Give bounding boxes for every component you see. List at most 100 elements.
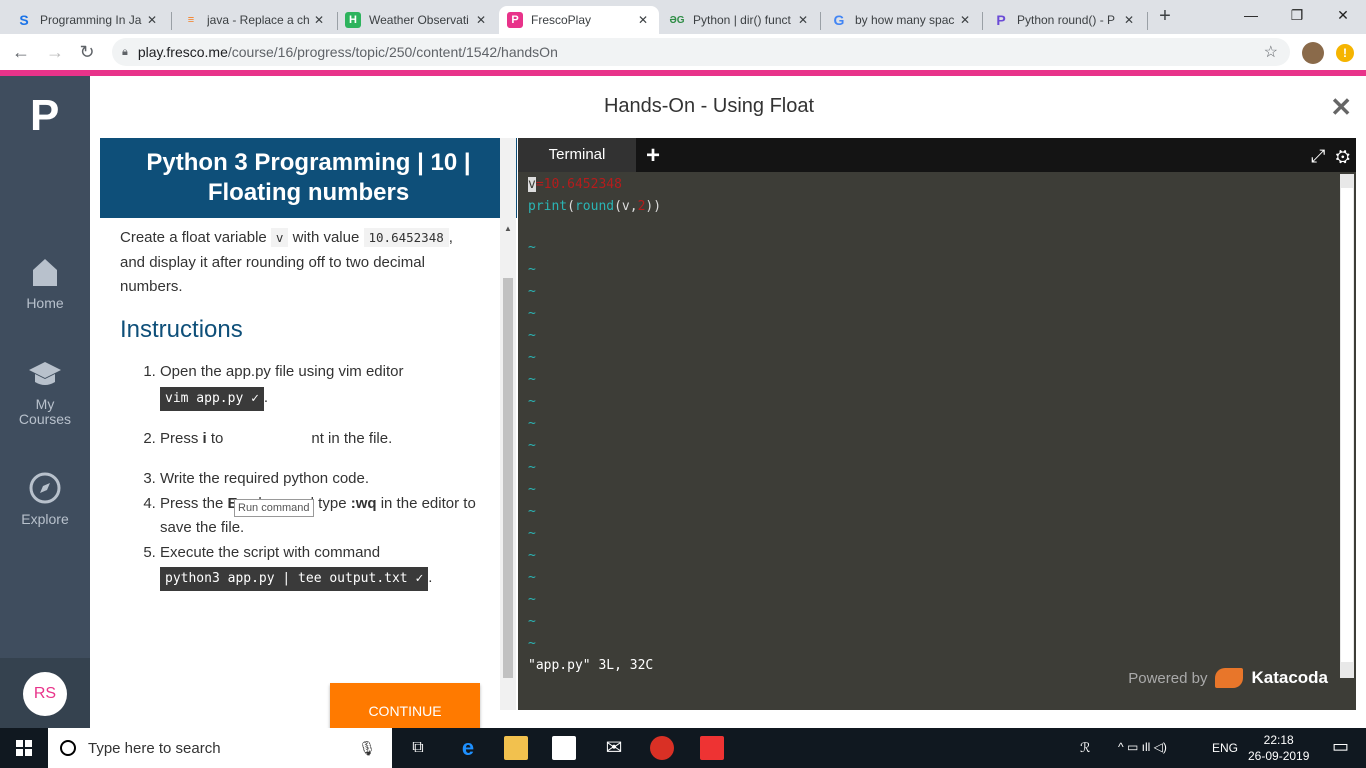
- minimize-icon[interactable]: —: [1228, 0, 1274, 30]
- fresco-logo[interactable]: P: [30, 94, 60, 138]
- list-item: Press i tont in the file.: [160, 427, 480, 468]
- close-tab-icon[interactable]: ✕: [795, 13, 811, 27]
- intro-text: Create a float variable v with value 10.…: [120, 228, 453, 295]
- task-view-icon[interactable]: ⧉: [406, 736, 430, 760]
- browser-tab[interactable]: P Python round() - P ✕: [985, 6, 1145, 34]
- close-tab-icon[interactable]: ✕: [1121, 13, 1137, 27]
- sidebar-user-area: RS: [0, 658, 90, 728]
- terminal-header: Terminal + ⤢ ⚙: [518, 138, 1356, 172]
- notification-icon[interactable]: ▭: [1332, 736, 1349, 757]
- vim-tilde: ~: [528, 460, 536, 475]
- instructions-panel: Python 3 Programming | 10 | Floating num…: [100, 138, 517, 739]
- page-title: Hands-On - Using Float: [603, 95, 815, 117]
- bookmark-star-icon[interactable]: ☆: [1264, 42, 1278, 62]
- sidebar-item-my-courses[interactable]: My Courses: [0, 358, 90, 427]
- google-icon: G: [833, 12, 845, 28]
- url-path: /course/16/progress/topic/250/content/15…: [227, 44, 558, 60]
- browser-tab[interactable]: G by how many spac ✕: [823, 6, 981, 34]
- edge-icon[interactable]: e: [456, 736, 480, 760]
- browser-tab-strip: S Programming In Ja ✕ ≡ java - Replace a…: [0, 0, 1366, 34]
- vim-tilde: ~: [528, 482, 536, 497]
- programiz-icon: P: [996, 12, 1006, 28]
- alert-icon[interactable]: !: [1336, 44, 1354, 62]
- browser-tab[interactable]: S Programming In Ja ✕: [8, 6, 168, 34]
- list-item: Write the required python code.: [160, 467, 480, 492]
- user-avatar[interactable]: RS: [23, 672, 67, 716]
- instructions-scrollbar[interactable]: ▲: [500, 138, 516, 710]
- vim-tilde: ~: [528, 372, 536, 387]
- language-indicator[interactable]: ENG: [1212, 741, 1238, 755]
- add-terminal-icon[interactable]: +: [646, 142, 660, 170]
- people-icon[interactable]: ℛ: [1080, 740, 1090, 756]
- tab-title: java - Replace a ch: [207, 13, 310, 27]
- run-command-button[interactable]: python3 app.py | tee output.txt ✓: [160, 567, 429, 591]
- h-icon: H: [345, 12, 361, 28]
- browser-tab[interactable]: ƏG Python | dir() funct ✕: [661, 6, 819, 34]
- vim-tilde: ~: [528, 262, 536, 277]
- powered-by: Powered by Katacoda: [1128, 668, 1328, 688]
- vim-status-line: "app.py" 3L, 32C: [528, 658, 654, 673]
- new-tab-button[interactable]: +: [1156, 6, 1174, 28]
- graduation-cap-icon: [29, 362, 61, 385]
- app-icon[interactable]: [700, 736, 724, 760]
- mail-icon[interactable]: ✉: [602, 736, 626, 760]
- vim-tilde: ~: [528, 240, 536, 255]
- gear-icon[interactable]: ⚙: [1335, 146, 1350, 166]
- vim-tilde: ~: [528, 570, 536, 585]
- browser-tab[interactable]: H Weather Observati ✕: [337, 6, 497, 34]
- windows-start-icon[interactable]: [16, 740, 32, 756]
- sidebar-item-explore[interactable]: Explore: [0, 472, 90, 527]
- katacoda-logo-icon: [1215, 668, 1244, 688]
- terminal-panel[interactable]: Terminal + ⤢ ⚙ v=10.6452348 print(round(…: [518, 138, 1356, 710]
- browser-toolbar: ← → ↻ 🔒︎ play.fresco.me/course/16/progre…: [0, 34, 1366, 70]
- close-tab-icon[interactable]: ✕: [473, 13, 489, 27]
- vim-tilde: ~: [528, 504, 536, 519]
- vim-tilde: ~: [528, 394, 536, 409]
- close-icon[interactable]: ✕: [1330, 92, 1352, 123]
- terminal-actions: ⤢ ⚙: [1311, 146, 1350, 167]
- restore-icon[interactable]: ❐: [1274, 0, 1320, 30]
- terminal-scrollbar[interactable]: [1340, 174, 1354, 678]
- inline-code: v: [270, 228, 289, 247]
- tab-title: Weather Observati: [369, 13, 469, 27]
- back-icon[interactable]: ←: [10, 41, 32, 63]
- sidebar-item-label: Explore: [21, 511, 69, 527]
- microphone-icon[interactable]: 🎙︎: [358, 740, 376, 757]
- reload-icon[interactable]: ↻: [76, 41, 98, 63]
- close-tab-icon[interactable]: ✕: [635, 13, 651, 27]
- vim-tilde: ~: [528, 614, 536, 629]
- terminal-output: v=10.6452348 print(round(v,2)): [528, 177, 662, 214]
- list-item: Execute the script with commandpython3 a…: [160, 541, 480, 591]
- main-content: Hands-On - Using Float ✕ Python 3 Progra…: [90, 76, 1366, 739]
- close-tab-icon[interactable]: ✕: [957, 13, 973, 27]
- taskbar-search-input[interactable]: Type here to search 🎙︎: [48, 728, 392, 768]
- tray-icons[interactable]: ^ ▭ ıll ◁): [1118, 740, 1167, 754]
- vim-tilde: ~: [528, 284, 536, 299]
- list-item: Open the app.py file using vim editorvim…: [160, 360, 480, 427]
- clock[interactable]: 22:18 26-09-2019: [1248, 732, 1309, 764]
- browser-tab[interactable]: ≡ java - Replace a ch ✕: [175, 6, 335, 34]
- stackoverflow-icon: ≡: [187, 14, 195, 26]
- tab-title: Programming In Ja: [40, 13, 142, 27]
- close-window-icon[interactable]: ✕: [1320, 0, 1366, 30]
- vim-tilde: ~: [528, 328, 536, 343]
- profile-avatar[interactable]: [1302, 42, 1324, 64]
- tab-title: FrescoPlay: [531, 13, 592, 27]
- vim-tilde: ~: [528, 526, 536, 541]
- cortana-icon: [60, 740, 76, 756]
- forward-icon[interactable]: →: [44, 41, 66, 63]
- chrome-icon[interactable]: [650, 736, 674, 760]
- store-icon[interactable]: [552, 736, 576, 760]
- window-controls: — ❐ ✕: [1228, 0, 1366, 30]
- file-explorer-icon[interactable]: [504, 736, 528, 760]
- sidebar-item-home[interactable]: Home: [0, 256, 90, 311]
- fullscreen-icon[interactable]: ⤢: [1311, 146, 1325, 166]
- browser-tab-active[interactable]: P FrescoPlay ✕: [499, 6, 659, 34]
- address-bar[interactable]: 🔒︎ play.fresco.me/course/16/progress/top…: [112, 38, 1290, 66]
- close-tab-icon[interactable]: ✕: [311, 13, 327, 27]
- close-tab-icon[interactable]: ✕: [144, 13, 160, 27]
- run-command-button[interactable]: vim app.py ✓: [160, 386, 264, 411]
- inline-code: 10.6452348: [363, 228, 449, 247]
- vim-tilde: ~: [528, 548, 536, 563]
- tab-terminal[interactable]: Terminal: [518, 138, 636, 172]
